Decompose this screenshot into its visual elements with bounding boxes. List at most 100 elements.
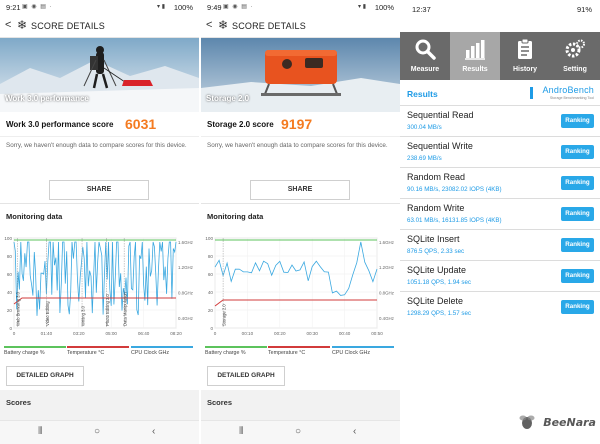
legend-temperature: Temperature °C (67, 346, 129, 358)
section-marker-label: Writing 3.0 (81, 305, 86, 326)
legend-cpu-clock: CPU Clock GHz (131, 346, 193, 358)
watermark-text: BeeNara (543, 416, 596, 429)
score-name: Storage 2.0 score (207, 120, 274, 129)
detailed-graph-button[interactable]: DETAILED GRAPH (6, 366, 84, 386)
y-tick-label: 20 (208, 308, 214, 313)
notification-icons: ▣ ◉ ▤ · (223, 4, 254, 10)
scores-heading: Scores (6, 398, 32, 407)
back-arrow-icon[interactable]: < (206, 19, 212, 31)
share-bar: SHARE (0, 172, 199, 204)
y-tick-label: 40 (7, 290, 13, 295)
score-value: 6031 (125, 116, 157, 132)
x-tick-label: 03:20 (73, 331, 85, 336)
tab-bar: Measure Results History Setting (400, 32, 600, 80)
share-button[interactable]: SHARE (250, 180, 350, 200)
home-icon[interactable]: ○ (295, 426, 301, 437)
result-row-random-write: Random Write 63.01 MB/s, 16131.85 IOPS (… (400, 199, 600, 230)
result-name: Sequential Read (407, 110, 474, 120)
result-row-sqlite-update: SQLite Update 1051.18 QPS, 1.94 sec Rank… (400, 261, 600, 292)
snowflake-icon: ❄ (17, 18, 28, 32)
section-marker-label: Data Manipulation (123, 292, 128, 326)
battery-level: 100% (173, 3, 193, 12)
ranking-button[interactable]: Ranking (561, 269, 594, 283)
status-time: 12:37 (412, 5, 431, 14)
x-tick-label: 00:30 (306, 331, 318, 336)
tab-results[interactable]: Results (450, 32, 500, 80)
tab-measure[interactable]: Measure (400, 32, 450, 80)
ranking-button[interactable]: Ranking (561, 114, 594, 128)
x-tick-label: 00:50 (371, 331, 383, 336)
share-bar: SHARE (201, 172, 400, 204)
result-name: Random Read (407, 172, 466, 182)
back-icon[interactable]: ‹ (152, 426, 155, 437)
tab-history[interactable]: History (500, 32, 550, 80)
ranking-button[interactable]: Ranking (561, 300, 594, 314)
tab-setting[interactable]: Setting (550, 32, 600, 80)
result-name: SQLite Delete (407, 296, 464, 306)
recent-apps-icon[interactable]: ⦀ (38, 426, 42, 437)
status-bar: 9:21 ▣ ◉ ▤ · ▾ ▮ 100% (0, 0, 199, 14)
magnifier-icon (415, 39, 436, 60)
monitoring-section: Monitoring data 100 80 60 40 20 0 1.6GHz 1.2GHz… (0, 204, 199, 390)
result-value: 876.5 QPS, 2.33 sec (407, 248, 465, 255)
androbench-screen: 12:37 91% Measure Results History Settin… (400, 0, 600, 444)
y-tick-label: 20 (7, 308, 13, 313)
y-tick-label: 40 (208, 290, 214, 295)
status-bar: 12:37 91% (400, 0, 600, 20)
recent-apps-icon[interactable]: ⦀ (239, 426, 243, 437)
work-score-screen: 9:21 ▣ ◉ ▤ · ▾ ▮ 100% < ❄ SCORE DETAILS (0, 0, 199, 444)
section-marker-label: Photo Editing 3.0 (105, 293, 110, 326)
android-nav-bar: ⦀ ○ ‹ (0, 420, 199, 444)
result-value: 238.69 MB/s (407, 155, 442, 162)
snowflake-icon: ❄ (218, 18, 229, 32)
results-header: Results AndroBench Storage Benchmarking … (400, 82, 600, 106)
result-row-random-read: Random Read 90.16 MB/s, 23082.02 IOPS (4… (400, 168, 600, 199)
y-right-tick-label: 0.8GHz (178, 290, 193, 295)
back-arrow-icon[interactable]: < (5, 19, 11, 31)
y-tick-label: 60 (208, 272, 214, 277)
y-tick-label: 80 (7, 254, 13, 259)
score-value: 9197 (281, 116, 313, 132)
app-header: < ❄ SCORE DETAILS (201, 14, 400, 38)
share-button[interactable]: SHARE (49, 180, 149, 200)
logo-subtitle: Storage Benchmarking Tool (549, 96, 594, 100)
y-right-tick-label: 0.4GHz (178, 316, 193, 321)
monitoring-chart[interactable]: 1008060402001.6GHz1.2GHz0.8GHz0.4GHz0 01:… (0, 232, 199, 344)
signal-icon: ▾ ▮ (358, 4, 366, 10)
compare-note: Sorry, we haven't enough data to compare… (0, 136, 199, 172)
status-time: 9:49 (207, 3, 222, 12)
result-name: Sequential Write (407, 141, 473, 151)
result-name: SQLite Insert (407, 234, 460, 244)
y-tick-label: 60 (7, 272, 13, 277)
gears-icon (565, 39, 585, 58)
legend-cpu-clock: CPU Clock GHz (332, 346, 394, 358)
tab-label: Setting (563, 66, 587, 73)
compare-note: Sorry, we haven't enough data to compare… (201, 136, 400, 172)
monitoring-chart[interactable]: 1008060402001.6GHz1.2GHz0.8GHz0.4GHz0 00:… (201, 232, 400, 344)
app-header: < ❄ SCORE DETAILS (0, 14, 199, 38)
plot-area (214, 237, 378, 329)
y-right-tick-label: 1.6GHz (178, 240, 193, 245)
monitoring-section: Monitoring data 100 80 60 40 20 0 1.6GHz 1.2GHz… (201, 204, 400, 390)
detailed-graph-button[interactable]: DETAILED GRAPH (207, 366, 285, 386)
legend-temperature: Temperature °C (268, 346, 330, 358)
monitoring-title: Monitoring data (6, 212, 63, 221)
hero-label: Storage 2.0 (206, 94, 250, 103)
back-icon[interactable]: ‹ (353, 426, 356, 437)
score-name: Work 3.0 performance score (6, 120, 114, 129)
ranking-button[interactable]: Ranking (561, 176, 594, 190)
ranking-button[interactable]: Ranking (561, 238, 594, 252)
page-title: SCORE DETAILS (232, 21, 306, 31)
clipboard-icon (518, 38, 532, 59)
home-icon[interactable]: ○ (94, 426, 100, 437)
result-row-sqlite-insert: SQLite Insert 876.5 QPS, 2.33 sec Rankin… (400, 230, 600, 261)
ranking-button[interactable]: Ranking (561, 207, 594, 221)
battery-level: 91% (576, 5, 592, 14)
legend-battery: Battery charge % (4, 346, 66, 358)
status-time: 9:21 (6, 3, 21, 12)
y-tick-label: 80 (208, 254, 214, 259)
hero-label: Work 3.0 performance (5, 94, 89, 103)
ranking-button[interactable]: Ranking (561, 145, 594, 159)
y-tick-label: 100 (4, 236, 12, 241)
storage-score-screen: 9:49 ▣ ◉ ▤ · ▾ ▮ 100% < ❄ SCORE DETAILS (201, 0, 400, 444)
